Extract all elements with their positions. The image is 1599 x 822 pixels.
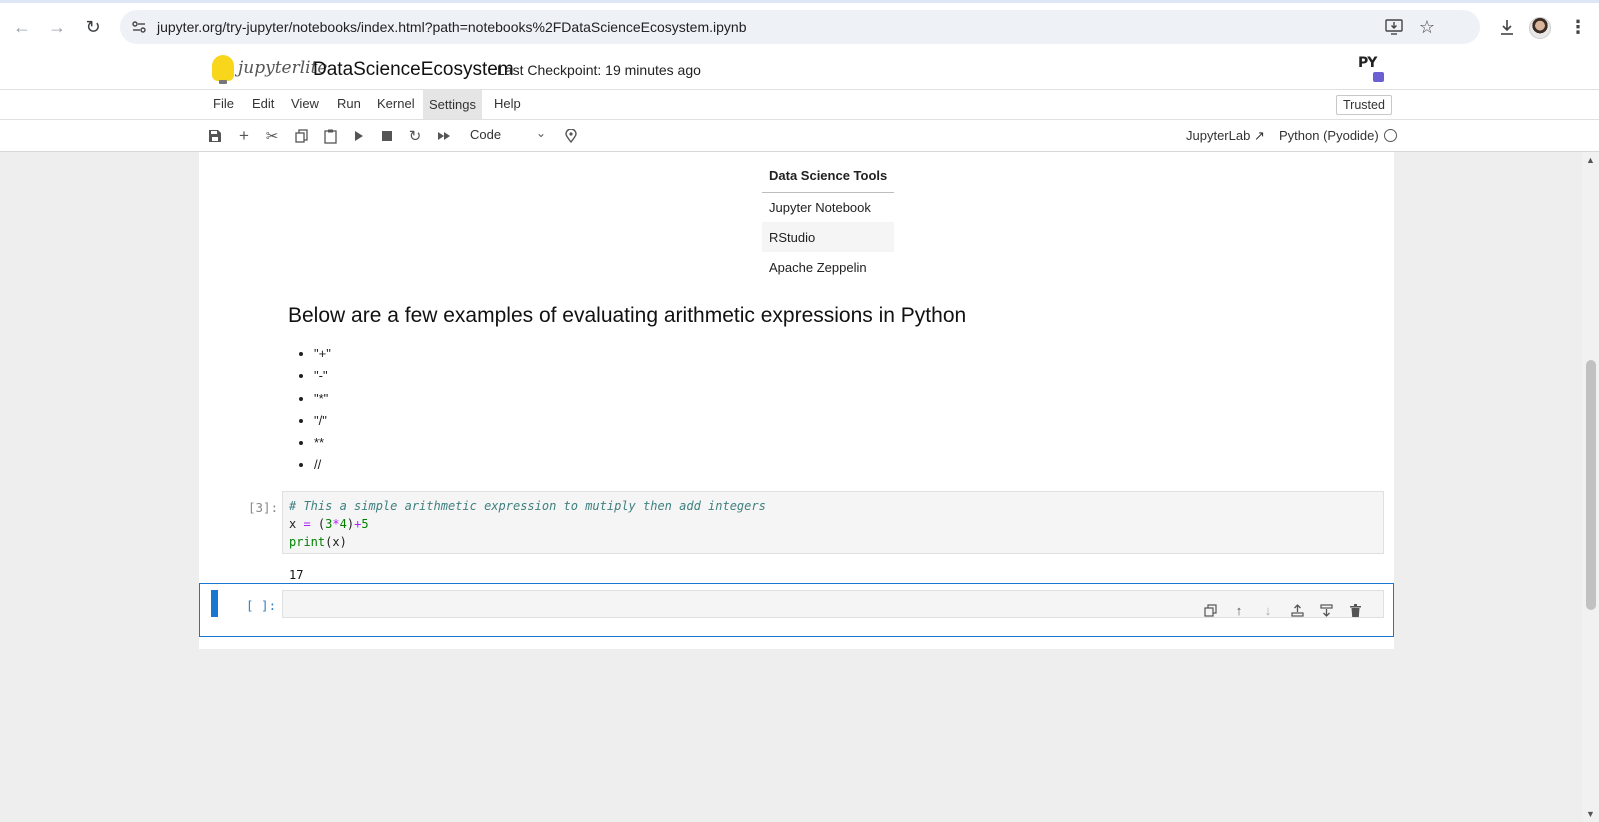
scroll-down-icon[interactable]: ▼ (1586, 809, 1595, 819)
menu-kernel[interactable]: Kernel (373, 96, 419, 111)
insert-below-icon[interactable] (1317, 601, 1335, 619)
paste-icon[interactable] (320, 126, 340, 146)
save-icon[interactable] (205, 126, 225, 146)
code-cell-editor[interactable]: # This a simple arithmetic expression to… (282, 491, 1384, 554)
cell-type-select[interactable]: Code (470, 127, 501, 142)
install-app-icon[interactable] (1384, 17, 1404, 37)
notebook-header: jupyterlite DataScienceEcosystem Last Ch… (0, 49, 1599, 90)
back-icon[interactable]: ← (8, 13, 36, 41)
insert-cell-icon[interactable]: + (234, 126, 254, 146)
more-menu-icon[interactable]: ⋮ (1564, 13, 1592, 41)
notebook-panel[interactable]: Data Science Tools Jupyter Notebook RStu… (0, 152, 1582, 822)
last-checkpoint: Last Checkpoint: 19 minutes ago (497, 62, 701, 78)
move-down-icon[interactable]: ↓ (1259, 601, 1277, 619)
external-link-icon: ↗ (1253, 128, 1265, 143)
trusted-indicator[interactable]: Trusted (1336, 95, 1392, 115)
operator-list: "+" "-" "*" "/" ** // (314, 343, 331, 477)
empty-cell-prompt: [ ]: (246, 598, 277, 613)
list-item: // (314, 454, 331, 476)
markdown-heading: Below are a few examples of evaluating a… (288, 304, 967, 327)
notebook-toolbar: + ✂ ↻ Code ⌄ JupyterLab ↗ Python (Pyodid… (0, 120, 1599, 152)
insert-above-icon[interactable] (1288, 601, 1306, 619)
downloads-icon[interactable] (1493, 13, 1521, 41)
menu-file[interactable]: File (209, 96, 238, 111)
browser-toolbar: ← → ↻ jupyter.org/try-jupyter/notebooks/… (0, 0, 1599, 49)
bookmark-star-icon[interactable]: ☆ (1417, 17, 1437, 37)
code-cell-prompt: [3]: (248, 500, 279, 515)
stop-icon[interactable] (377, 126, 397, 146)
notebook-title[interactable]: DataScienceEcosystem (313, 59, 514, 81)
jupyterlite-bulb-icon (212, 55, 234, 84)
scroll-up-icon[interactable]: ▲ (1586, 155, 1595, 165)
kernel-name[interactable]: Python (Pyodide) (1279, 128, 1379, 143)
list-item: ** (314, 432, 331, 454)
kernel-badge-icon (1373, 72, 1384, 82)
code-comment: # This a simple arithmetic expression to… (289, 499, 766, 513)
vertical-scrollbar[interactable]: ▲ ▼ (1582, 152, 1599, 822)
address-bar[interactable]: jupyter.org/try-jupyter/notebooks/index.… (120, 10, 1480, 44)
url-text[interactable]: jupyter.org/try-jupyter/notebooks/index.… (157, 19, 747, 35)
empty-cell-editor[interactable]: ↑ ↓ (282, 590, 1384, 618)
restart-run-all-icon[interactable] (434, 126, 454, 146)
cell-output: 17 (289, 568, 304, 582)
code-line: print(x) (289, 535, 347, 549)
menu-settings[interactable]: Settings (423, 90, 482, 119)
table-row: Apache Zeppelin (769, 259, 867, 275)
delete-cell-icon[interactable] (1346, 601, 1364, 619)
jupyterlab-link-label: JupyterLab (1186, 128, 1251, 143)
restart-icon[interactable]: ↻ (405, 126, 425, 146)
copy-icon[interactable] (291, 126, 311, 146)
debugger-location-icon[interactable] (561, 126, 581, 146)
code-line: x = (3*4)+5 (289, 517, 369, 531)
reload-icon[interactable]: ↻ (79, 13, 107, 41)
active-code-cell[interactable]: [ ]: ↑ ↓ (199, 583, 1394, 637)
kernel-logo: PY (1358, 54, 1384, 82)
chevron-down-icon[interactable]: ⌄ (536, 126, 546, 140)
table-header: Data Science Tools (762, 160, 895, 193)
list-item: "*" (314, 388, 331, 410)
scroll-thumb[interactable] (1586, 360, 1596, 610)
menu-view[interactable]: View (287, 96, 323, 111)
menu-help[interactable]: Help (490, 96, 525, 111)
data-science-tools-table: Data Science Tools Jupyter Notebook RStu… (762, 160, 895, 282)
site-settings-icon[interactable] (130, 18, 148, 36)
move-up-icon[interactable]: ↑ (1230, 601, 1248, 619)
list-item: "+" (314, 343, 331, 365)
table-row: Jupyter Notebook (769, 199, 871, 215)
open-in-jupyterlab-link[interactable]: JupyterLab ↗ (1186, 128, 1265, 144)
menu-bar: File Edit View Run Kernel Settings Help … (0, 90, 1599, 120)
kernel-logo-text: PY (1358, 55, 1377, 71)
forward-icon[interactable]: → (43, 13, 71, 41)
run-icon[interactable] (349, 126, 369, 146)
active-cell-marker (211, 590, 218, 617)
duplicate-cell-icon[interactable] (1201, 601, 1219, 619)
table-row: RStudio (762, 222, 895, 252)
menu-edit[interactable]: Edit (248, 96, 278, 111)
profile-avatar[interactable] (1529, 17, 1551, 39)
list-item: "/" (314, 410, 331, 432)
kernel-idle-status-icon (1384, 129, 1397, 142)
cut-icon[interactable]: ✂ (262, 126, 282, 146)
menu-run[interactable]: Run (333, 96, 365, 111)
jupyterlite-logo[interactable]: jupyterlite (212, 55, 328, 84)
list-item: "-" (314, 365, 331, 387)
